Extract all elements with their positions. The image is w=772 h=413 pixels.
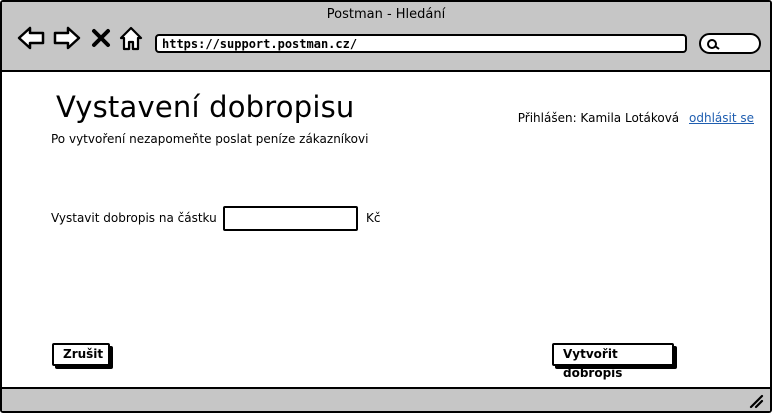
logged-in-user: Přihlášen: Kamila Lotáková <box>517 111 680 125</box>
search-icon <box>707 39 720 50</box>
amount-input[interactable] <box>223 206 358 231</box>
browser-toolbar: Postman - Hledání https://support.postma… <box>2 2 770 72</box>
window-title: Postman - Hledání <box>326 7 446 22</box>
status-bar <box>2 387 770 411</box>
close-icon[interactable] <box>90 24 112 52</box>
create-credit-note-button[interactable]: Vytvořit dobropis <box>552 343 674 380</box>
logout-link[interactable]: odhlásit se <box>689 111 754 125</box>
page-subtitle: Po vytvoření nezapomeňte poslat peníze z… <box>51 132 369 146</box>
browser-window: Postman - Hledání https://support.postma… <box>0 0 772 413</box>
search-field[interactable] <box>699 33 761 54</box>
amount-label: Vystavit dobropis na částku <box>51 211 217 225</box>
arrow-right-icon[interactable] <box>52 24 82 52</box>
page-title: Vystavení dobropisu <box>56 90 355 124</box>
user-info: Přihlášen: Kamila Lotáková odhlásit se <box>518 111 754 125</box>
currency-label: Kč <box>366 211 381 225</box>
arrow-left-icon[interactable] <box>16 24 46 52</box>
home-icon[interactable] <box>118 24 144 52</box>
resize-grip-icon[interactable] <box>748 393 764 409</box>
url-field[interactable]: https://support.postman.cz/ <box>155 34 687 53</box>
cancel-button[interactable]: Zrušit <box>52 343 110 366</box>
